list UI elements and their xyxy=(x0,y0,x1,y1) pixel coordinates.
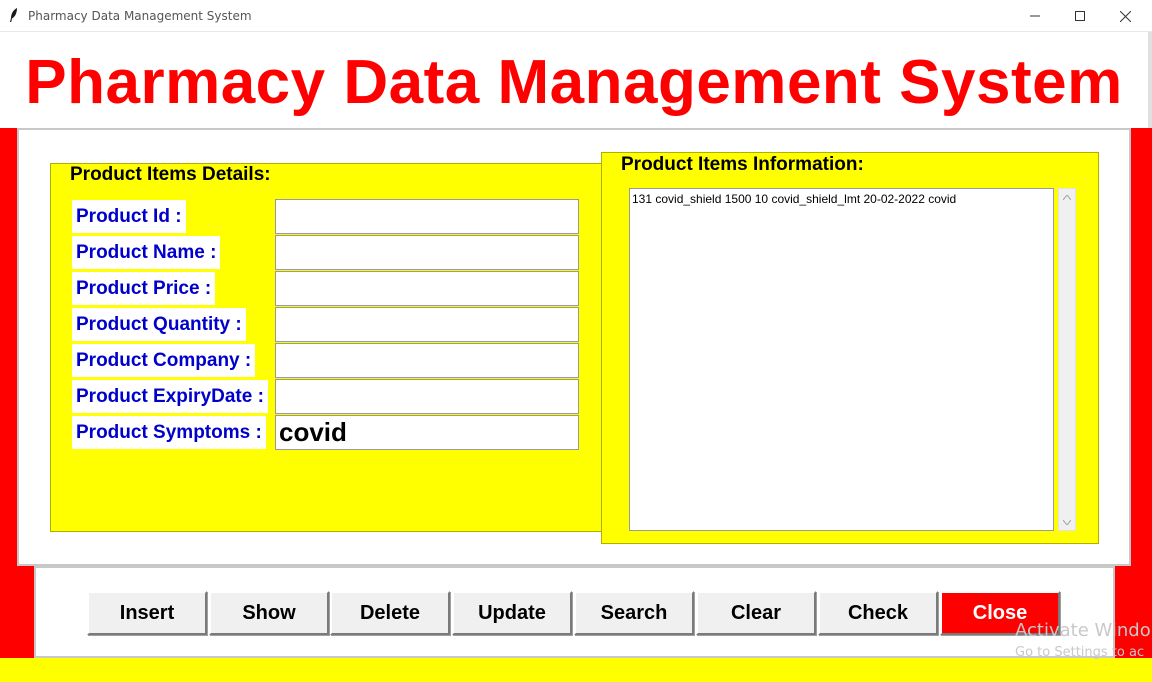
delete-button[interactable]: Delete xyxy=(330,591,450,635)
watermark-line-2: Go to Settings to ac xyxy=(1015,645,1145,660)
minimize-button[interactable] xyxy=(1012,0,1058,32)
product-id-label: Product Id : xyxy=(72,200,186,233)
product-listbox[interactable]: 131 covid_shield 1500 10 covid_shield_lm… xyxy=(629,188,1054,531)
info-frame-title: Product Items Information: xyxy=(615,154,870,176)
product-expirydate-label: Product ExpiryDate : xyxy=(72,380,268,413)
product-price-label: Product Price : xyxy=(72,272,216,305)
product-name-label: Product Name : xyxy=(72,236,221,269)
status-strip xyxy=(0,658,1152,682)
window-title: Pharmacy Data Management System xyxy=(28,9,252,23)
activation-watermark: Activate Windo Go to Settings to ac xyxy=(1015,620,1151,664)
product-quantity-label: Product Quantity : xyxy=(72,308,246,341)
app-title: Pharmacy Data Management System xyxy=(25,48,1123,117)
product-company-label: Product Company : xyxy=(72,344,256,377)
arrow-up-icon[interactable] xyxy=(1059,189,1075,205)
product-id-input[interactable] xyxy=(275,199,579,234)
feather-icon xyxy=(10,8,17,22)
maximize-button[interactable] xyxy=(1057,0,1103,32)
window-titlebar: Pharmacy Data Management System xyxy=(0,0,1152,32)
insert-button[interactable]: Insert xyxy=(87,591,207,635)
product-symptoms-label: Product Symptoms : xyxy=(72,416,266,449)
clear-button[interactable]: Clear xyxy=(696,591,816,635)
app-header: Pharmacy Data Management System xyxy=(0,32,1152,128)
search-button[interactable]: Search xyxy=(574,591,694,635)
list-item[interactable]: 131 covid_shield 1500 10 covid_shield_lm… xyxy=(632,191,1051,207)
product-symptoms-input[interactable] xyxy=(275,415,579,450)
check-button[interactable]: Check xyxy=(818,591,938,635)
maximize-icon xyxy=(1075,11,1085,21)
product-company-input[interactable] xyxy=(275,343,579,378)
product-expirydate-input[interactable] xyxy=(275,379,579,414)
listbox-scrollbar[interactable] xyxy=(1058,188,1076,531)
details-frame-title: Product Items Details: xyxy=(64,164,277,186)
show-button[interactable]: Show xyxy=(209,591,329,635)
product-name-input[interactable] xyxy=(275,235,579,270)
close-icon xyxy=(1119,10,1131,22)
update-button[interactable]: Update xyxy=(452,591,572,635)
product-price-input[interactable] xyxy=(275,271,579,306)
minimize-icon xyxy=(1030,15,1040,17)
watermark-line-1: Activate Windo xyxy=(1015,620,1151,641)
product-quantity-input[interactable] xyxy=(275,307,579,342)
arrow-down-icon[interactable] xyxy=(1059,514,1075,530)
window-close-button[interactable] xyxy=(1102,0,1148,32)
